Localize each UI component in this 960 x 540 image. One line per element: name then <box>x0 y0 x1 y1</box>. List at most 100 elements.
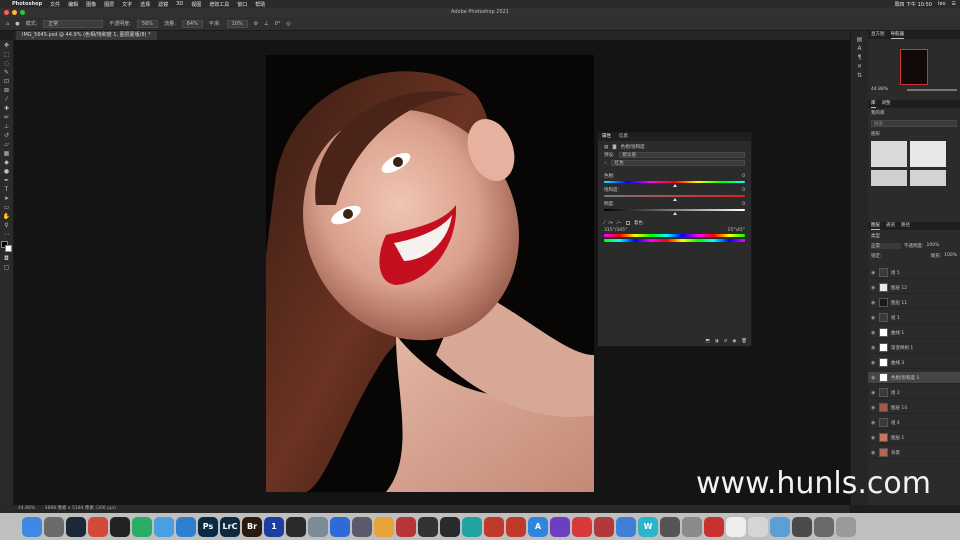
hue-slider[interactable] <box>604 181 745 183</box>
layer-thumbnail[interactable] <box>879 448 888 457</box>
eye-icon[interactable]: ◉ <box>871 420 876 426</box>
user-name[interactable]: leo <box>938 1 946 8</box>
finalcut-icon[interactable] <box>440 516 460 537</box>
eye-icon[interactable]: ◉ <box>871 300 876 306</box>
cloud-folder-icon[interactable] <box>792 516 812 537</box>
layer-row[interactable]: ◉ 图层 14 <box>868 402 960 414</box>
library-item[interactable] <box>871 170 907 186</box>
layer-thumbnail[interactable] <box>879 328 888 337</box>
zoom-window-button[interactable] <box>20 10 25 15</box>
eye-icon[interactable]: ◉ <box>871 285 876 291</box>
wechat-icon[interactable] <box>132 516 152 537</box>
layer-fill[interactable]: 100% <box>944 253 957 259</box>
library-item[interactable] <box>871 141 907 167</box>
tools-x-icon[interactable]: ✕ <box>856 64 864 70</box>
adjustment-icon[interactable]: ▤ <box>604 145 608 150</box>
character-icon[interactable]: A <box>856 46 864 52</box>
photos-icon[interactable] <box>374 516 394 537</box>
layer-row[interactable]: ◉ 组 5 <box>868 267 960 279</box>
eyedropper-minus-icon[interactable]: ⁄− <box>617 221 622 226</box>
hand-tool-icon[interactable]: ✋ <box>3 214 11 220</box>
app-name[interactable]: Photoshop <box>12 1 42 7</box>
layer-filter-kind[interactable]: 类型 <box>871 233 880 239</box>
eye-icon[interactable]: ◉ <box>871 390 876 396</box>
document-tab[interactable]: IMG_5645.psd @ 44.9% (色相/饱和度 1, 图层蒙版/8) … <box>16 31 157 40</box>
colorize-checkbox[interactable] <box>625 221 630 225</box>
layer-row[interactable]: ◉ 曲线 1 <box>868 327 960 339</box>
eye-icon[interactable]: ◉ <box>871 375 876 381</box>
lightroom-icon[interactable]: LrC <box>220 516 240 537</box>
flow-input[interactable]: 64% <box>181 19 203 28</box>
settings-icon[interactable] <box>682 516 702 537</box>
layer-thumbnail[interactable] <box>879 403 888 412</box>
healing-tool-icon[interactable]: ✚ <box>3 106 11 112</box>
type-tool-icon[interactable]: T <box>3 187 11 193</box>
steam-icon[interactable] <box>66 516 86 537</box>
menu-3d[interactable]: 3D <box>176 1 183 7</box>
pressure-icon[interactable]: ◎ <box>286 21 290 27</box>
menu-filter[interactable]: 滤镜 <box>158 1 168 8</box>
paragraph-icon[interactable]: ¶ <box>856 55 864 61</box>
preview-icon[interactable] <box>308 516 328 537</box>
zoom-readout[interactable]: 44.88% <box>18 506 35 511</box>
monitor-icon[interactable] <box>660 516 680 537</box>
layer-thumbnail[interactable] <box>879 418 888 427</box>
layer-row[interactable]: ◉ 图层 11 <box>868 297 960 309</box>
menu-edit[interactable]: 编辑 <box>68 1 78 8</box>
layer-thumbnail[interactable] <box>879 343 888 352</box>
lark-icon[interactable] <box>616 516 636 537</box>
menu-window[interactable]: 窗口 <box>237 1 247 8</box>
obs-icon[interactable] <box>286 516 306 537</box>
layer-row[interactable]: ◉ 组 4 <box>868 417 960 429</box>
infuse-icon[interactable] <box>418 516 438 537</box>
path-select-icon[interactable]: ➤ <box>3 196 11 202</box>
control-center-icon[interactable]: ☰ <box>952 1 956 8</box>
bridge-icon[interactable]: Br <box>242 516 262 537</box>
photoshop-icon[interactable]: Ps <box>198 516 218 537</box>
library-item[interactable] <box>910 141 946 167</box>
baidu-icon[interactable] <box>330 516 350 537</box>
tab-properties[interactable]: 属性 <box>602 133 611 141</box>
menu-view[interactable]: 视图 <box>191 1 201 8</box>
color-range-bar-top[interactable] <box>604 234 745 237</box>
preset-select[interactable]: 默认值 <box>618 152 745 158</box>
tab-info[interactable]: 信息 <box>619 133 628 141</box>
menu-layer[interactable]: 图层 <box>104 1 114 8</box>
eye-icon[interactable]: ◉ <box>871 315 876 321</box>
layer-row[interactable]: ◉ 色相/饱和度 1 <box>868 372 960 384</box>
appstore-icon[interactable]: A <box>528 516 548 537</box>
shape-tool-icon[interactable]: ▭ <box>3 205 11 211</box>
menu-image[interactable]: 图像 <box>86 1 96 8</box>
tab-channels[interactable]: 通道 <box>886 222 895 230</box>
channel-select[interactable]: 红色 <box>610 160 745 166</box>
affinity-icon[interactable] <box>550 516 570 537</box>
history-icon[interactable]: ▤ <box>856 37 864 43</box>
mode-select[interactable]: 正常 <box>43 19 104 28</box>
notes-icon[interactable] <box>726 516 746 537</box>
eye-icon[interactable]: ◉ <box>871 330 876 336</box>
rocket-icon[interactable] <box>594 516 614 537</box>
navigator-zoom[interactable]: 44.88% <box>871 87 888 92</box>
saturation-slider[interactable] <box>604 195 745 197</box>
smooth-input[interactable]: 10% <box>226 19 248 28</box>
eyedropper-plus-icon[interactable]: ⁄+ <box>609 221 614 226</box>
saturation-slider-knob[interactable] <box>672 198 677 201</box>
resolve-icon[interactable] <box>352 516 372 537</box>
navigator-slider[interactable] <box>907 89 957 91</box>
ucloud-icon[interactable] <box>462 516 482 537</box>
gradient-tool-icon[interactable]: ▦ <box>3 151 11 157</box>
downloads-icon[interactable] <box>814 516 834 537</box>
more-tools-icon[interactable]: ⋯ <box>3 232 11 238</box>
layer-opacity[interactable]: 100% <box>927 243 940 249</box>
visibility-icon[interactable]: ◉ <box>732 339 736 344</box>
layer-thumbnail[interactable] <box>879 298 888 307</box>
move-tool-icon[interactable]: ✥ <box>3 43 11 49</box>
eye-icon[interactable]: ◉ <box>871 270 876 276</box>
eye-icon[interactable]: ◉ <box>871 360 876 366</box>
color-swatches[interactable] <box>0 241 13 253</box>
finder-icon[interactable] <box>22 516 42 537</box>
quick-select-tool-icon[interactable]: ✎ <box>3 70 11 76</box>
lightness-slider[interactable] <box>604 209 745 211</box>
tab-layers[interactable]: 图层 <box>871 222 880 230</box>
quick-mask-icon[interactable]: ◘ <box>3 256 11 262</box>
